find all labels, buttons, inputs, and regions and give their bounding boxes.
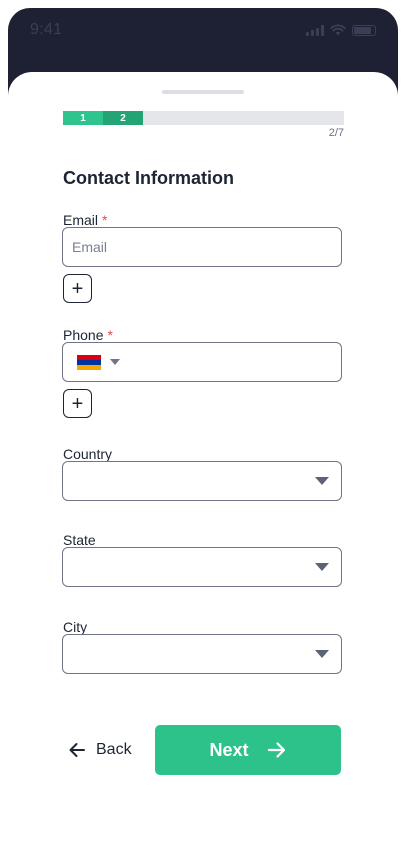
city-label: City xyxy=(63,619,88,635)
city-select[interactable] xyxy=(62,634,342,674)
signal-icon xyxy=(306,24,324,36)
step-count: 2/7 xyxy=(328,127,344,139)
email-input[interactable] xyxy=(63,228,341,266)
step-1-segment: 1 xyxy=(63,111,103,125)
chevron-down-icon xyxy=(315,477,329,485)
country-label: Country xyxy=(63,446,113,462)
status-icons xyxy=(306,24,376,36)
email-field[interactable] xyxy=(62,227,342,267)
step-progress-bar: 1 2 xyxy=(63,111,344,125)
plus-icon: + xyxy=(71,392,84,415)
sheet-grabber[interactable] xyxy=(162,90,244,94)
phone-screen: 9:41 1 2 2/7 Contact Information Email* xyxy=(8,8,398,860)
next-label: Next xyxy=(209,739,249,760)
section-title: Contact Information xyxy=(63,168,234,188)
back-label: Back xyxy=(96,741,132,758)
required-mark: * xyxy=(107,327,113,343)
chevron-down-icon xyxy=(315,563,329,571)
state-select[interactable] xyxy=(62,547,342,587)
status-time: 9:41 xyxy=(30,21,63,38)
phone-field[interactable] xyxy=(62,342,342,382)
armenia-flag-icon[interactable] xyxy=(77,355,101,370)
add-email-button[interactable]: + xyxy=(63,274,92,303)
add-phone-button[interactable]: + xyxy=(63,389,92,418)
next-button[interactable]: Next xyxy=(155,725,341,775)
required-mark: * xyxy=(102,212,108,228)
country-select[interactable] xyxy=(62,461,342,501)
chevron-down-icon xyxy=(315,650,329,658)
wifi-icon xyxy=(330,24,346,36)
back-button[interactable]: Back xyxy=(68,735,132,765)
battery-icon xyxy=(352,24,376,36)
step-2-segment: 2 xyxy=(103,111,143,125)
email-label: Email * xyxy=(63,212,108,228)
chevron-down-icon[interactable] xyxy=(110,359,120,365)
phone-label: Phone * xyxy=(63,327,113,343)
plus-icon: + xyxy=(71,277,84,300)
state-label: State xyxy=(63,532,96,548)
arrow-left-icon xyxy=(69,743,85,757)
arrow-right-icon xyxy=(267,742,285,758)
